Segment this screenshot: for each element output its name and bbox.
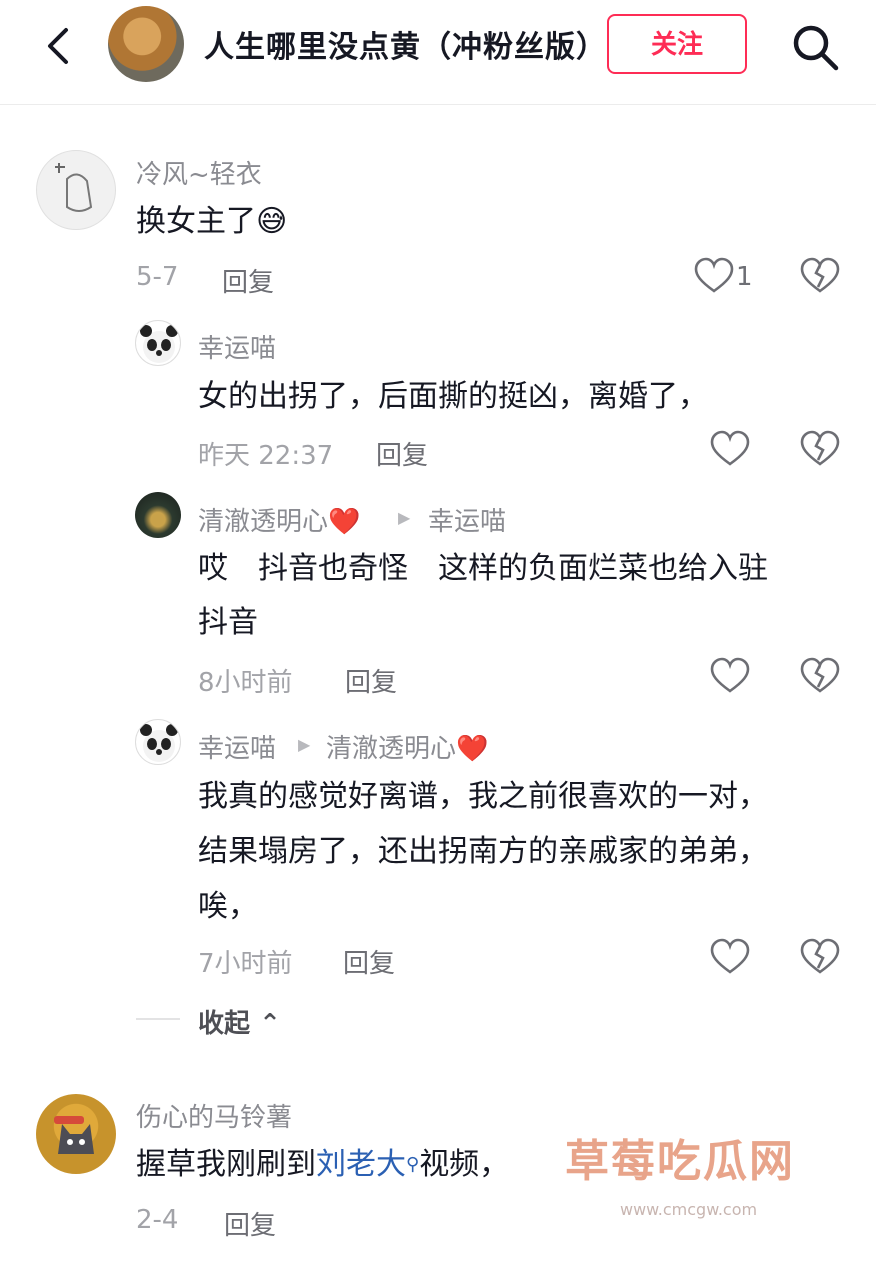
reply-time: 7小时前 xyxy=(198,949,293,979)
search-icon[interactable] xyxy=(790,22,840,72)
reply-username[interactable]: 幸运喵 xyxy=(198,328,276,365)
channel-title: 人生哪里没点黄（冲粉丝版） xyxy=(204,30,607,65)
collapse-button[interactable]: 收起 ⌃ xyxy=(198,1003,281,1040)
heart-icon[interactable] xyxy=(710,657,750,697)
reply-text: 抖音 xyxy=(198,605,258,640)
heart-icon[interactable] xyxy=(710,938,750,978)
avatar[interactable] xyxy=(36,150,116,230)
sketch-icon xyxy=(55,163,93,212)
comment-username[interactable]: 伤心的马铃薯 xyxy=(136,1097,292,1134)
reply-to-arrow-icon: ▶ xyxy=(398,508,411,527)
reply-time: 昨天 22:37 xyxy=(198,441,334,471)
reply-text: 我真的感觉好离谱，我之前很喜欢的一对， xyxy=(198,779,768,814)
dislike-icon[interactable] xyxy=(800,430,840,470)
like-count: 1 xyxy=(736,262,753,292)
dislike-icon[interactable] xyxy=(800,257,840,297)
heart-icon[interactable] xyxy=(694,257,734,297)
collapse-label: 收起 xyxy=(198,1009,251,1039)
reply-to-username[interactable]: 幸运喵 xyxy=(428,501,506,538)
reply-text: 结果塌房了，还出拐南方的亲戚家的弟弟， xyxy=(198,834,768,869)
top-bar: 人生哪里没点黄（冲粉丝版） 关注 xyxy=(0,0,876,105)
reply-username[interactable]: 清澈透明心❤️ xyxy=(198,501,360,538)
reply-to-arrow-icon: ▶ xyxy=(298,735,311,754)
reply-button[interactable]: 回复 xyxy=(343,943,395,980)
reply-time: 8小时前 xyxy=(198,668,293,698)
comment-username[interactable]: 冷风~轻衣 xyxy=(136,154,262,191)
comment-date: 2-4 xyxy=(136,1205,179,1235)
search-icon[interactable]: ⚲ xyxy=(406,1154,419,1175)
comment-text: 换女主了😅 xyxy=(136,204,288,239)
heart-icon[interactable] xyxy=(710,430,750,470)
reply-text: 哎 抖音也奇怪 这样的负面烂菜也给入驻 xyxy=(198,551,768,586)
watermark-title: 草莓吃瓜网 xyxy=(565,1136,795,1187)
avatar[interactable] xyxy=(135,320,181,366)
back-arrow-icon[interactable] xyxy=(38,24,82,68)
divider xyxy=(136,1018,180,1020)
dislike-icon[interactable] xyxy=(800,657,840,697)
comment-date: 5-7 xyxy=(136,262,179,292)
chevron-up-icon: ⌃ xyxy=(259,1009,281,1039)
dislike-icon[interactable] xyxy=(800,938,840,978)
channel-avatar[interactable] xyxy=(108,6,184,82)
panda-icon xyxy=(140,724,178,762)
reply-to-username[interactable]: 清澈透明心❤️ xyxy=(326,728,488,765)
follow-button[interactable]: 关注 xyxy=(607,14,747,74)
reply-username[interactable]: 幸运喵 xyxy=(198,728,276,765)
reply-button[interactable]: 回复 xyxy=(224,1205,276,1242)
watermark-url: www.cmcgw.com xyxy=(620,1200,758,1219)
reply-button[interactable]: 回复 xyxy=(222,262,274,299)
avatar[interactable] xyxy=(135,719,181,765)
reply-text: 女的出拐了，后面撕的挺凶，离婚了， xyxy=(198,379,708,414)
comment-text-before: 握草我刚刷到 xyxy=(136,1147,316,1182)
avatar[interactable] xyxy=(135,492,181,538)
mention-link[interactable]: 刘老大 xyxy=(316,1147,406,1182)
reply-text: 唉， xyxy=(198,889,258,924)
avatar[interactable] xyxy=(36,1094,116,1174)
reply-button[interactable]: 回复 xyxy=(345,662,397,699)
panda-icon xyxy=(140,325,178,363)
cartoon-wolf-icon xyxy=(54,1116,94,1154)
comment-text: 握草我刚刷到刘老大⚲视频， xyxy=(136,1138,509,1192)
reply-button[interactable]: 回复 xyxy=(376,435,428,472)
comment-text-after: 视频， xyxy=(419,1147,510,1182)
